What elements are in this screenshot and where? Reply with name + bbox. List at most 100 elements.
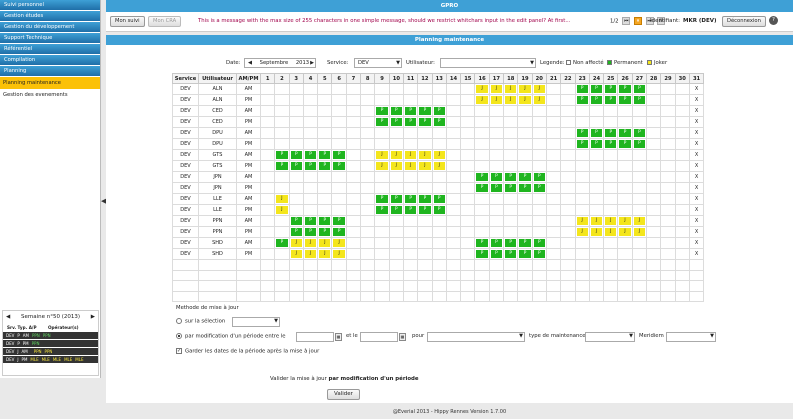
day-cell[interactable] xyxy=(603,160,619,172)
sidebar-item[interactable]: Planning xyxy=(0,66,100,76)
day-cell[interactable] xyxy=(574,204,590,216)
day-cell[interactable] xyxy=(674,171,690,183)
day-cell[interactable]: P xyxy=(431,193,447,205)
day-cell[interactable] xyxy=(460,226,476,238)
day-cell[interactable] xyxy=(388,127,404,139)
calendar-icon[interactable]: ▦ xyxy=(335,333,342,341)
day-cell[interactable]: J xyxy=(431,160,447,172)
day-cell[interactable]: P xyxy=(488,248,505,260)
day-cell[interactable] xyxy=(460,193,476,205)
day-cell[interactable]: X xyxy=(688,149,705,161)
day-cell[interactable] xyxy=(588,105,605,117)
day-cell[interactable] xyxy=(317,171,333,183)
day-cell[interactable] xyxy=(259,138,276,150)
day-cell[interactable] xyxy=(431,138,447,150)
day-cell[interactable]: P xyxy=(588,94,605,106)
day-cell[interactable] xyxy=(531,105,547,117)
day-cell[interactable] xyxy=(445,127,462,139)
day-cell[interactable] xyxy=(317,116,333,128)
day-cell[interactable]: X xyxy=(688,182,705,194)
day-cell[interactable]: J xyxy=(474,83,490,95)
day-cell[interactable]: P xyxy=(302,226,319,238)
sidebar-item[interactable]: Compilation xyxy=(0,55,100,65)
day-cell[interactable] xyxy=(302,127,319,139)
day-cell[interactable]: P xyxy=(302,215,319,227)
day-cell[interactable] xyxy=(345,160,362,172)
day-cell[interactable] xyxy=(488,127,505,139)
sidebar-subitem[interactable]: Planning maintenance xyxy=(0,77,100,89)
day-cell[interactable]: P xyxy=(274,160,290,172)
day-cell[interactable] xyxy=(660,116,676,128)
day-cell[interactable]: P xyxy=(517,237,533,249)
day-cell[interactable] xyxy=(517,149,533,161)
day-cell[interactable] xyxy=(345,116,362,128)
day-cell[interactable]: P xyxy=(417,193,433,205)
day-cell[interactable]: P xyxy=(388,116,404,128)
day-cell[interactable] xyxy=(360,237,376,249)
day-cell[interactable] xyxy=(617,248,633,260)
day-cell[interactable] xyxy=(388,237,404,249)
day-cell[interactable] xyxy=(631,237,648,249)
day-cell[interactable]: P xyxy=(631,138,648,150)
day-cell[interactable] xyxy=(288,138,304,150)
day-cell[interactable] xyxy=(431,248,447,260)
day-cell[interactable]: J xyxy=(617,215,633,227)
day-cell[interactable] xyxy=(474,105,490,117)
day-cell[interactable] xyxy=(674,193,690,205)
day-cell[interactable] xyxy=(660,127,676,139)
day-cell[interactable]: P xyxy=(474,182,490,194)
service-select[interactable]: DEV ▼ xyxy=(354,58,402,68)
day-cell[interactable] xyxy=(331,204,347,216)
day-cell[interactable] xyxy=(374,127,390,139)
day-cell[interactable] xyxy=(674,127,690,139)
day-cell[interactable] xyxy=(431,215,447,227)
day-cell[interactable] xyxy=(374,215,390,227)
day-cell[interactable] xyxy=(360,138,376,150)
day-cell[interactable] xyxy=(646,83,662,95)
day-cell[interactable]: P xyxy=(388,193,404,205)
period-end-input[interactable] xyxy=(360,332,398,342)
day-cell[interactable]: P xyxy=(503,182,519,194)
day-cell[interactable] xyxy=(460,105,476,117)
day-cell[interactable]: X xyxy=(688,237,705,249)
day-cell[interactable]: J xyxy=(488,83,505,95)
day-cell[interactable] xyxy=(445,160,462,172)
day-cell[interactable] xyxy=(574,193,590,205)
day-cell[interactable] xyxy=(588,149,605,161)
day-cell[interactable] xyxy=(646,204,662,216)
day-cell[interactable] xyxy=(259,116,276,128)
day-cell[interactable]: P xyxy=(588,127,605,139)
day-cell[interactable] xyxy=(660,226,676,238)
day-cell[interactable] xyxy=(274,94,290,106)
day-cell[interactable] xyxy=(531,226,547,238)
day-cell[interactable] xyxy=(460,248,476,260)
day-cell[interactable] xyxy=(646,226,662,238)
day-cell[interactable] xyxy=(588,248,605,260)
day-cell[interactable]: P xyxy=(331,149,347,161)
day-cell[interactable] xyxy=(588,237,605,249)
sidebar-item[interactable]: Gestion études xyxy=(0,11,100,21)
day-cell[interactable] xyxy=(345,237,362,249)
day-cell[interactable]: P xyxy=(488,182,505,194)
day-cell[interactable] xyxy=(360,94,376,106)
day-cell[interactable]: J xyxy=(617,226,633,238)
day-cell[interactable] xyxy=(488,138,505,150)
day-cell[interactable]: P xyxy=(531,248,547,260)
day-cell[interactable] xyxy=(560,94,576,106)
day-cell[interactable] xyxy=(317,127,333,139)
day-cell[interactable] xyxy=(431,182,447,194)
day-cell[interactable]: P xyxy=(603,138,619,150)
day-cell[interactable] xyxy=(331,83,347,95)
day-cell[interactable] xyxy=(431,127,447,139)
day-cell[interactable]: X xyxy=(688,171,705,183)
day-cell[interactable] xyxy=(360,204,376,216)
day-cell[interactable] xyxy=(631,182,648,194)
day-cell[interactable] xyxy=(560,138,576,150)
day-cell[interactable] xyxy=(445,171,462,183)
day-cell[interactable] xyxy=(460,127,476,139)
day-cell[interactable] xyxy=(259,182,276,194)
day-cell[interactable]: X xyxy=(688,215,705,227)
day-cell[interactable] xyxy=(631,105,648,117)
day-cell[interactable]: P xyxy=(603,94,619,106)
day-cell[interactable]: P xyxy=(531,182,547,194)
